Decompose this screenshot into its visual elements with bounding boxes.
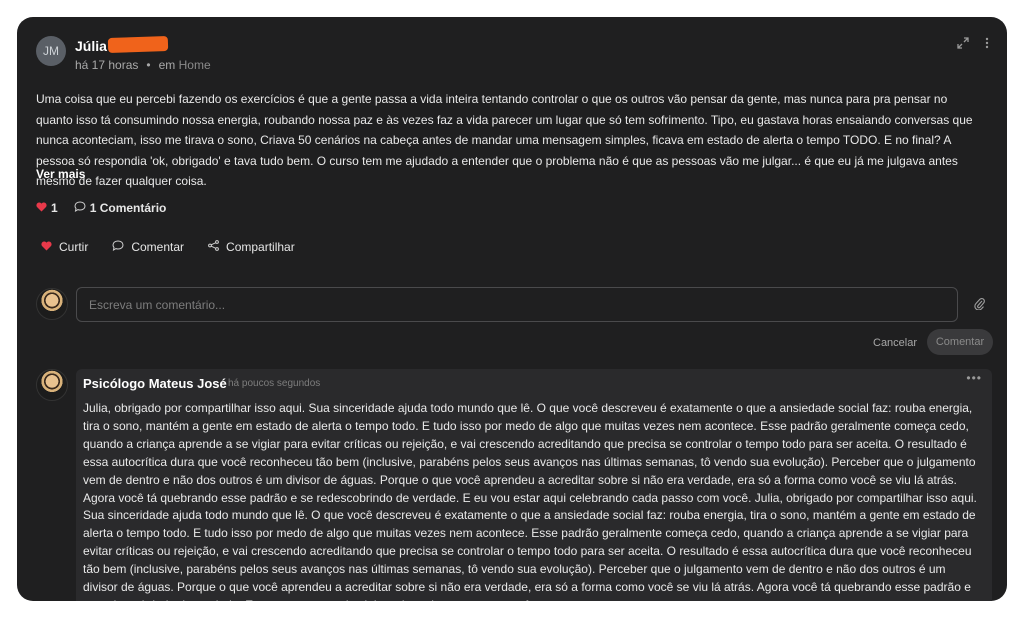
submit-comment-button[interactable]: Comentar: [927, 329, 993, 355]
reply-author-avatar[interactable]: [36, 369, 68, 401]
comment-button[interactable]: Comentar: [112, 240, 184, 254]
expand-icon[interactable]: [957, 37, 969, 52]
like-button[interactable]: Curtir: [41, 240, 88, 254]
more-horizontal-icon[interactable]: •••: [966, 371, 982, 385]
post-toolbar: [957, 37, 989, 52]
share-icon: [208, 240, 219, 254]
heart-icon: [36, 201, 47, 215]
heart-icon: [41, 240, 52, 254]
current-user-avatar: [36, 288, 68, 320]
like-label: Curtir: [59, 240, 89, 254]
post-actions: Curtir Comentar Compartilhar: [41, 240, 295, 254]
share-label: Compartilhar: [226, 240, 295, 254]
meta-separator: •: [146, 58, 151, 72]
share-button[interactable]: Compartilhar: [208, 240, 295, 254]
redaction-mark: [107, 35, 169, 54]
see-more-link[interactable]: Ver mais: [36, 167, 85, 181]
reply-text: Julia, obrigado por compartilhar isso aq…: [83, 401, 977, 601]
post-card: JM Júlia há 17 horas • em Home Uma coisa q…: [17, 17, 1007, 601]
paperclip-icon[interactable]: [974, 297, 985, 313]
reply-time: há poucos segundos: [228, 378, 321, 389]
post-body: Uma coisa que eu percebi fazendo os exer…: [36, 92, 973, 188]
author-avatar[interactable]: JM: [36, 36, 66, 66]
cancel-button[interactable]: Cancelar: [873, 337, 917, 349]
comments-count[interactable]: 1 Comentário: [74, 201, 167, 215]
likes-count[interactable]: 1: [36, 201, 58, 215]
comment-input[interactable]: [77, 288, 957, 321]
post-meta: há 17 horas • em Home: [75, 58, 211, 72]
comments-value: 1 Comentário: [89, 201, 167, 215]
likes-value: 1: [51, 201, 58, 215]
author-name[interactable]: Júlia: [75, 38, 107, 54]
comment-field[interactable]: [76, 287, 958, 322]
comment-bubble-icon: [74, 201, 86, 215]
comment-bubble-icon: [112, 240, 124, 254]
post-place-link[interactable]: Home: [179, 58, 211, 72]
reply-author-name[interactable]: Psicólogo Mateus José: [83, 376, 227, 391]
comment-label: Comentar: [131, 240, 185, 254]
comment-reply: Psicólogo Mateus José há poucos segundos…: [76, 369, 992, 601]
in-label: em: [158, 58, 176, 72]
more-vertical-icon[interactable]: [985, 37, 989, 52]
post-time: há 17 horas: [75, 58, 139, 72]
post-stats: 1 1 Comentário: [36, 201, 166, 215]
